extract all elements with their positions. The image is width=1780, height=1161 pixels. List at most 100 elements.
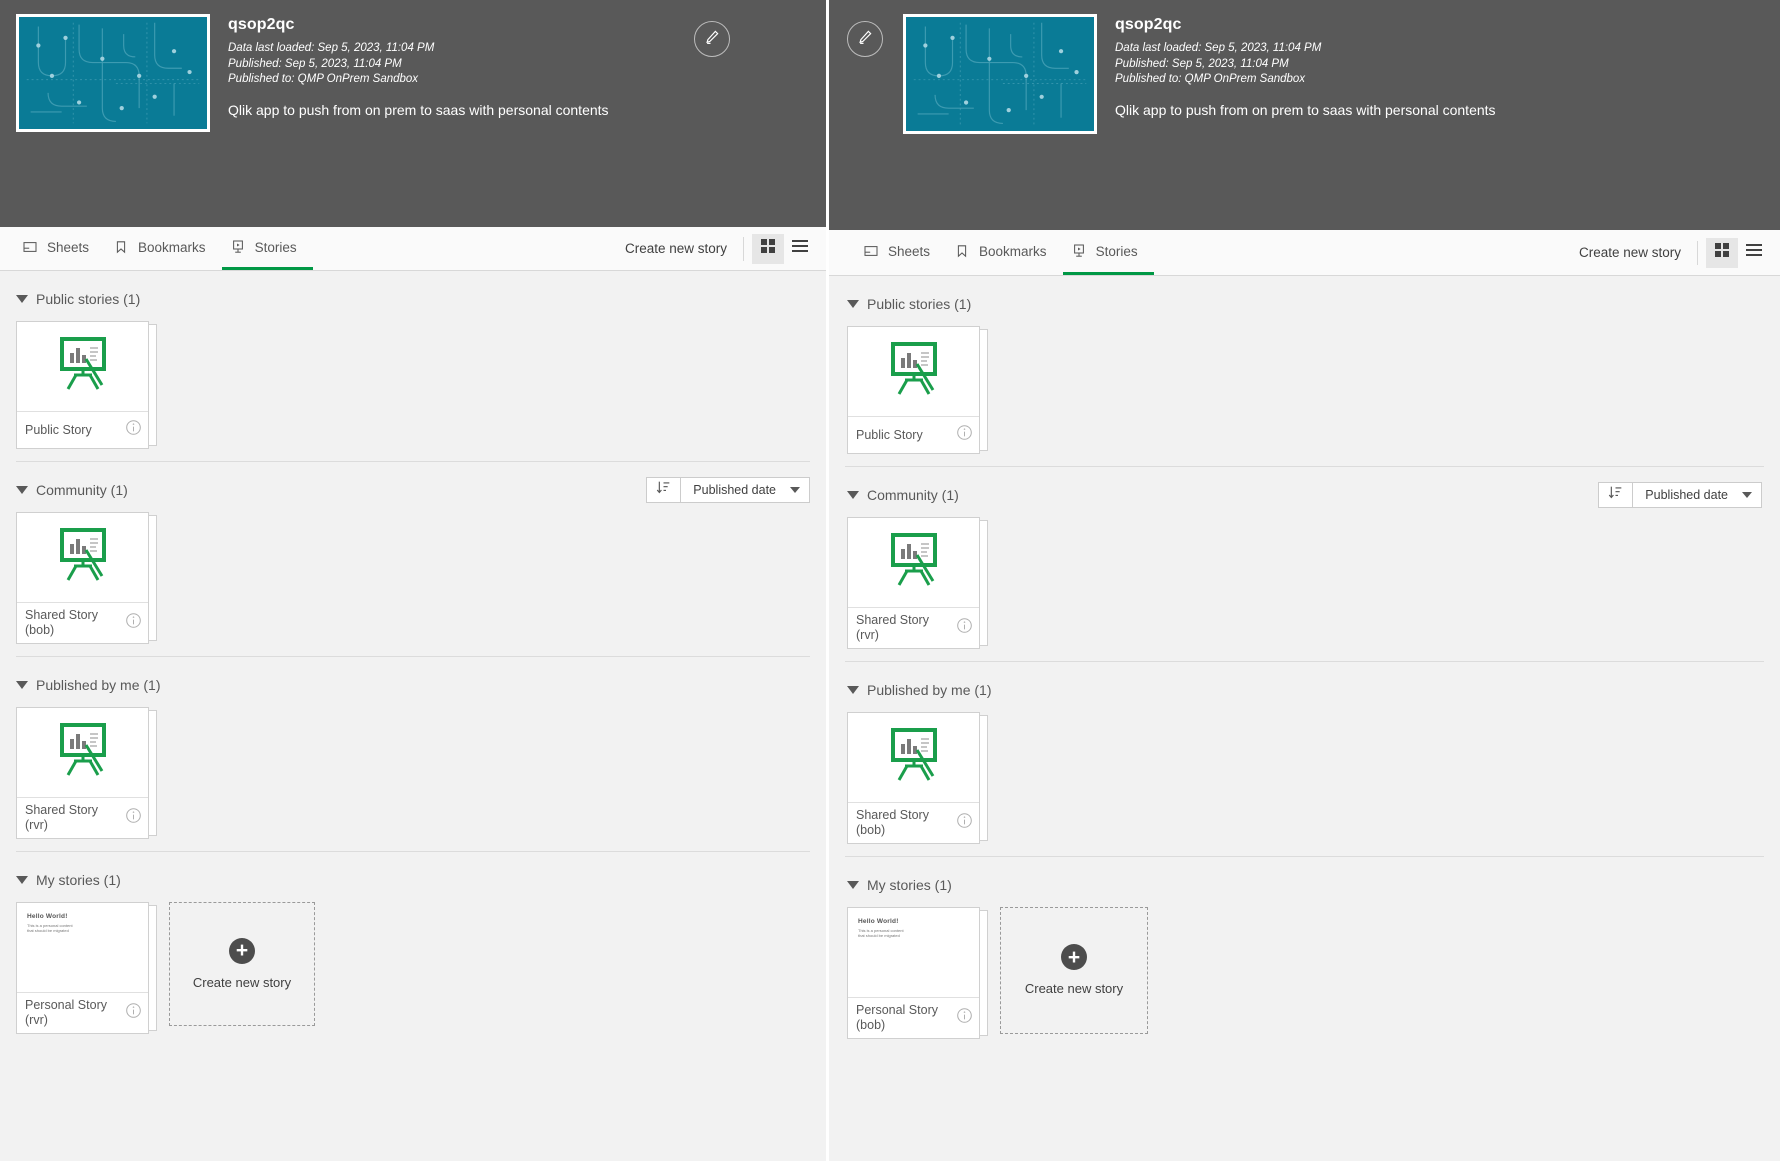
story-card-stack: Shared Story (rvr) — [847, 517, 988, 649]
create-new-story-tile[interactable]: + Create new story — [169, 902, 315, 1026]
story-card-list: Public Story — [16, 317, 810, 449]
story-card[interactable]: Public Story — [16, 321, 149, 449]
section-header: Public stories (1) — [16, 281, 810, 317]
sort-descending-icon — [656, 480, 671, 500]
sort-field-value: Published date — [1645, 488, 1728, 502]
story-card-thumbnail — [17, 708, 148, 798]
info-icon[interactable] — [125, 807, 142, 829]
section-header: My stories (1) — [16, 862, 810, 898]
section-divider — [16, 461, 810, 462]
app-title: qsop2qc — [228, 16, 295, 33]
tab-sheets-label: Sheets — [47, 239, 90, 255]
sort-control: Published date — [646, 477, 810, 503]
edit-app-button[interactable] — [694, 21, 730, 57]
info-icon[interactable] — [956, 617, 973, 639]
app-description-right: Qlik app to push from on prem to saas wi… — [1115, 101, 1496, 118]
section-toggle[interactable]: My stories (1) — [847, 877, 952, 893]
create-new-story-link[interactable]: Create new story — [609, 241, 743, 256]
section-toggle[interactable]: Published by me (1) — [847, 682, 992, 698]
sort-direction-button[interactable] — [647, 478, 682, 502]
story-card[interactable]: Hello World! This is a personal content t… — [16, 902, 149, 1034]
caret-down-icon — [847, 491, 859, 499]
toolbar-divider — [743, 236, 744, 261]
story-card-footer: Personal Story (bob) — [848, 998, 979, 1038]
section-toggle[interactable]: Published by me (1) — [16, 677, 161, 693]
story-card[interactable]: Hello World! This is a personal content t… — [847, 907, 980, 1039]
story-card[interactable]: Shared Story (rvr) — [16, 707, 149, 839]
section-divider — [845, 856, 1764, 857]
caret-down-icon — [847, 686, 859, 694]
content-tabbar-right: Sheets Bookmarks Stories Create new stor… — [829, 230, 1780, 276]
story-card[interactable]: Shared Story (rvr) — [847, 517, 980, 649]
tab-sheets-right[interactable]: Sheets — [855, 230, 946, 275]
tab-sheets-label: Sheets — [888, 243, 931, 259]
story-card-label: Shared Story (rvr) — [856, 613, 929, 642]
section-toggle[interactable]: Public stories (1) — [847, 296, 971, 312]
info-icon[interactable] — [956, 424, 973, 446]
story-easel-icon — [52, 335, 114, 398]
stories-section: Public stories (1) Public Story — [0, 281, 826, 449]
tab-bookmarks[interactable]: Bookmarks — [105, 227, 222, 270]
sort-field-select[interactable]: Published date — [1633, 483, 1761, 507]
slide-title: Hello World! — [858, 918, 899, 925]
tab-stories-right[interactable]: Stories — [1062, 230, 1154, 275]
create-new-story-tile[interactable]: + Create new story — [1000, 907, 1148, 1034]
tabbar-actions: Create new story — [609, 227, 826, 270]
sheet-icon — [863, 243, 879, 259]
grid-view-button[interactable] — [752, 233, 784, 264]
section-title-label: Published by me (1) — [867, 682, 992, 698]
slide-body: This is a personal content that should be… — [27, 923, 73, 933]
tab-list-right: Sheets Bookmarks Stories — [829, 230, 1154, 275]
section-toggle[interactable]: My stories (1) — [16, 872, 121, 888]
story-card-list: Shared Story (rvr) — [847, 513, 1762, 649]
app-meta: qsop2qc Data last loaded: Sep 5, 2023, 1… — [210, 14, 609, 132]
story-card-label: Public Story — [856, 427, 923, 442]
tab-sheets[interactable]: Sheets — [14, 227, 105, 270]
info-icon[interactable] — [125, 419, 142, 441]
story-card-list: Public Story — [847, 322, 1762, 454]
section-toggle[interactable]: Community (1) — [16, 482, 128, 498]
caret-down-icon — [16, 681, 28, 689]
story-card-list: Shared Story (rvr) — [16, 703, 810, 839]
section-toggle[interactable]: Public stories (1) — [16, 291, 140, 307]
story-card[interactable]: Shared Story (bob) — [16, 512, 149, 644]
grid-view-button-right[interactable] — [1706, 237, 1738, 268]
tab-bookmarks-right[interactable]: Bookmarks — [946, 230, 1063, 275]
story-card-thumbnail — [17, 513, 148, 603]
story-card-stack: Shared Story (rvr) — [16, 707, 157, 839]
story-easel-icon — [883, 531, 945, 594]
story-card-footer: Public Story — [17, 412, 148, 448]
list-view-button-right[interactable] — [1738, 238, 1770, 268]
create-new-story-link-right[interactable]: Create new story — [1563, 245, 1697, 260]
story-card-list: Hello World! This is a personal content t… — [847, 903, 1762, 1039]
story-card-thumbnail — [848, 713, 979, 803]
section-header: Published by me (1) — [847, 672, 1762, 708]
sort-descending-icon — [1608, 485, 1623, 505]
section-header: Published by me (1) — [16, 667, 810, 703]
slide-body: This is a personal content that should be… — [858, 928, 904, 938]
sort-direction-button[interactable] — [1599, 483, 1634, 507]
info-icon[interactable] — [956, 1007, 973, 1029]
section-divider — [16, 656, 810, 657]
story-card[interactable]: Shared Story (bob) — [847, 712, 980, 844]
info-icon[interactable] — [125, 1002, 142, 1024]
story-card-label: Shared Story (bob) — [856, 808, 929, 837]
stories-section: Community (1) Published date Shared Stor… — [0, 472, 826, 644]
left-app-pane: qsop2qc Data last loaded: Sep 5, 2023, 1… — [0, 0, 826, 1161]
caret-down-icon — [16, 876, 28, 884]
caret-down-icon — [847, 881, 859, 889]
sort-field-select[interactable]: Published date — [681, 478, 809, 502]
list-view-button[interactable] — [784, 234, 816, 264]
story-card-label: Personal Story (rvr) — [25, 998, 107, 1027]
grid-view-icon — [1714, 242, 1730, 263]
tab-stories[interactable]: Stories — [221, 227, 313, 270]
create-new-story-tile-label: Create new story — [1024, 981, 1124, 996]
info-icon[interactable] — [956, 812, 973, 834]
story-card[interactable]: Public Story — [847, 326, 980, 454]
edit-app-button-right[interactable] — [847, 21, 883, 57]
section-divider — [16, 851, 810, 852]
hello-world-slide: Hello World! This is a personal content t… — [27, 913, 73, 933]
section-title-label: My stories (1) — [36, 872, 121, 888]
info-icon[interactable] — [125, 612, 142, 634]
section-toggle[interactable]: Community (1) — [847, 487, 959, 503]
